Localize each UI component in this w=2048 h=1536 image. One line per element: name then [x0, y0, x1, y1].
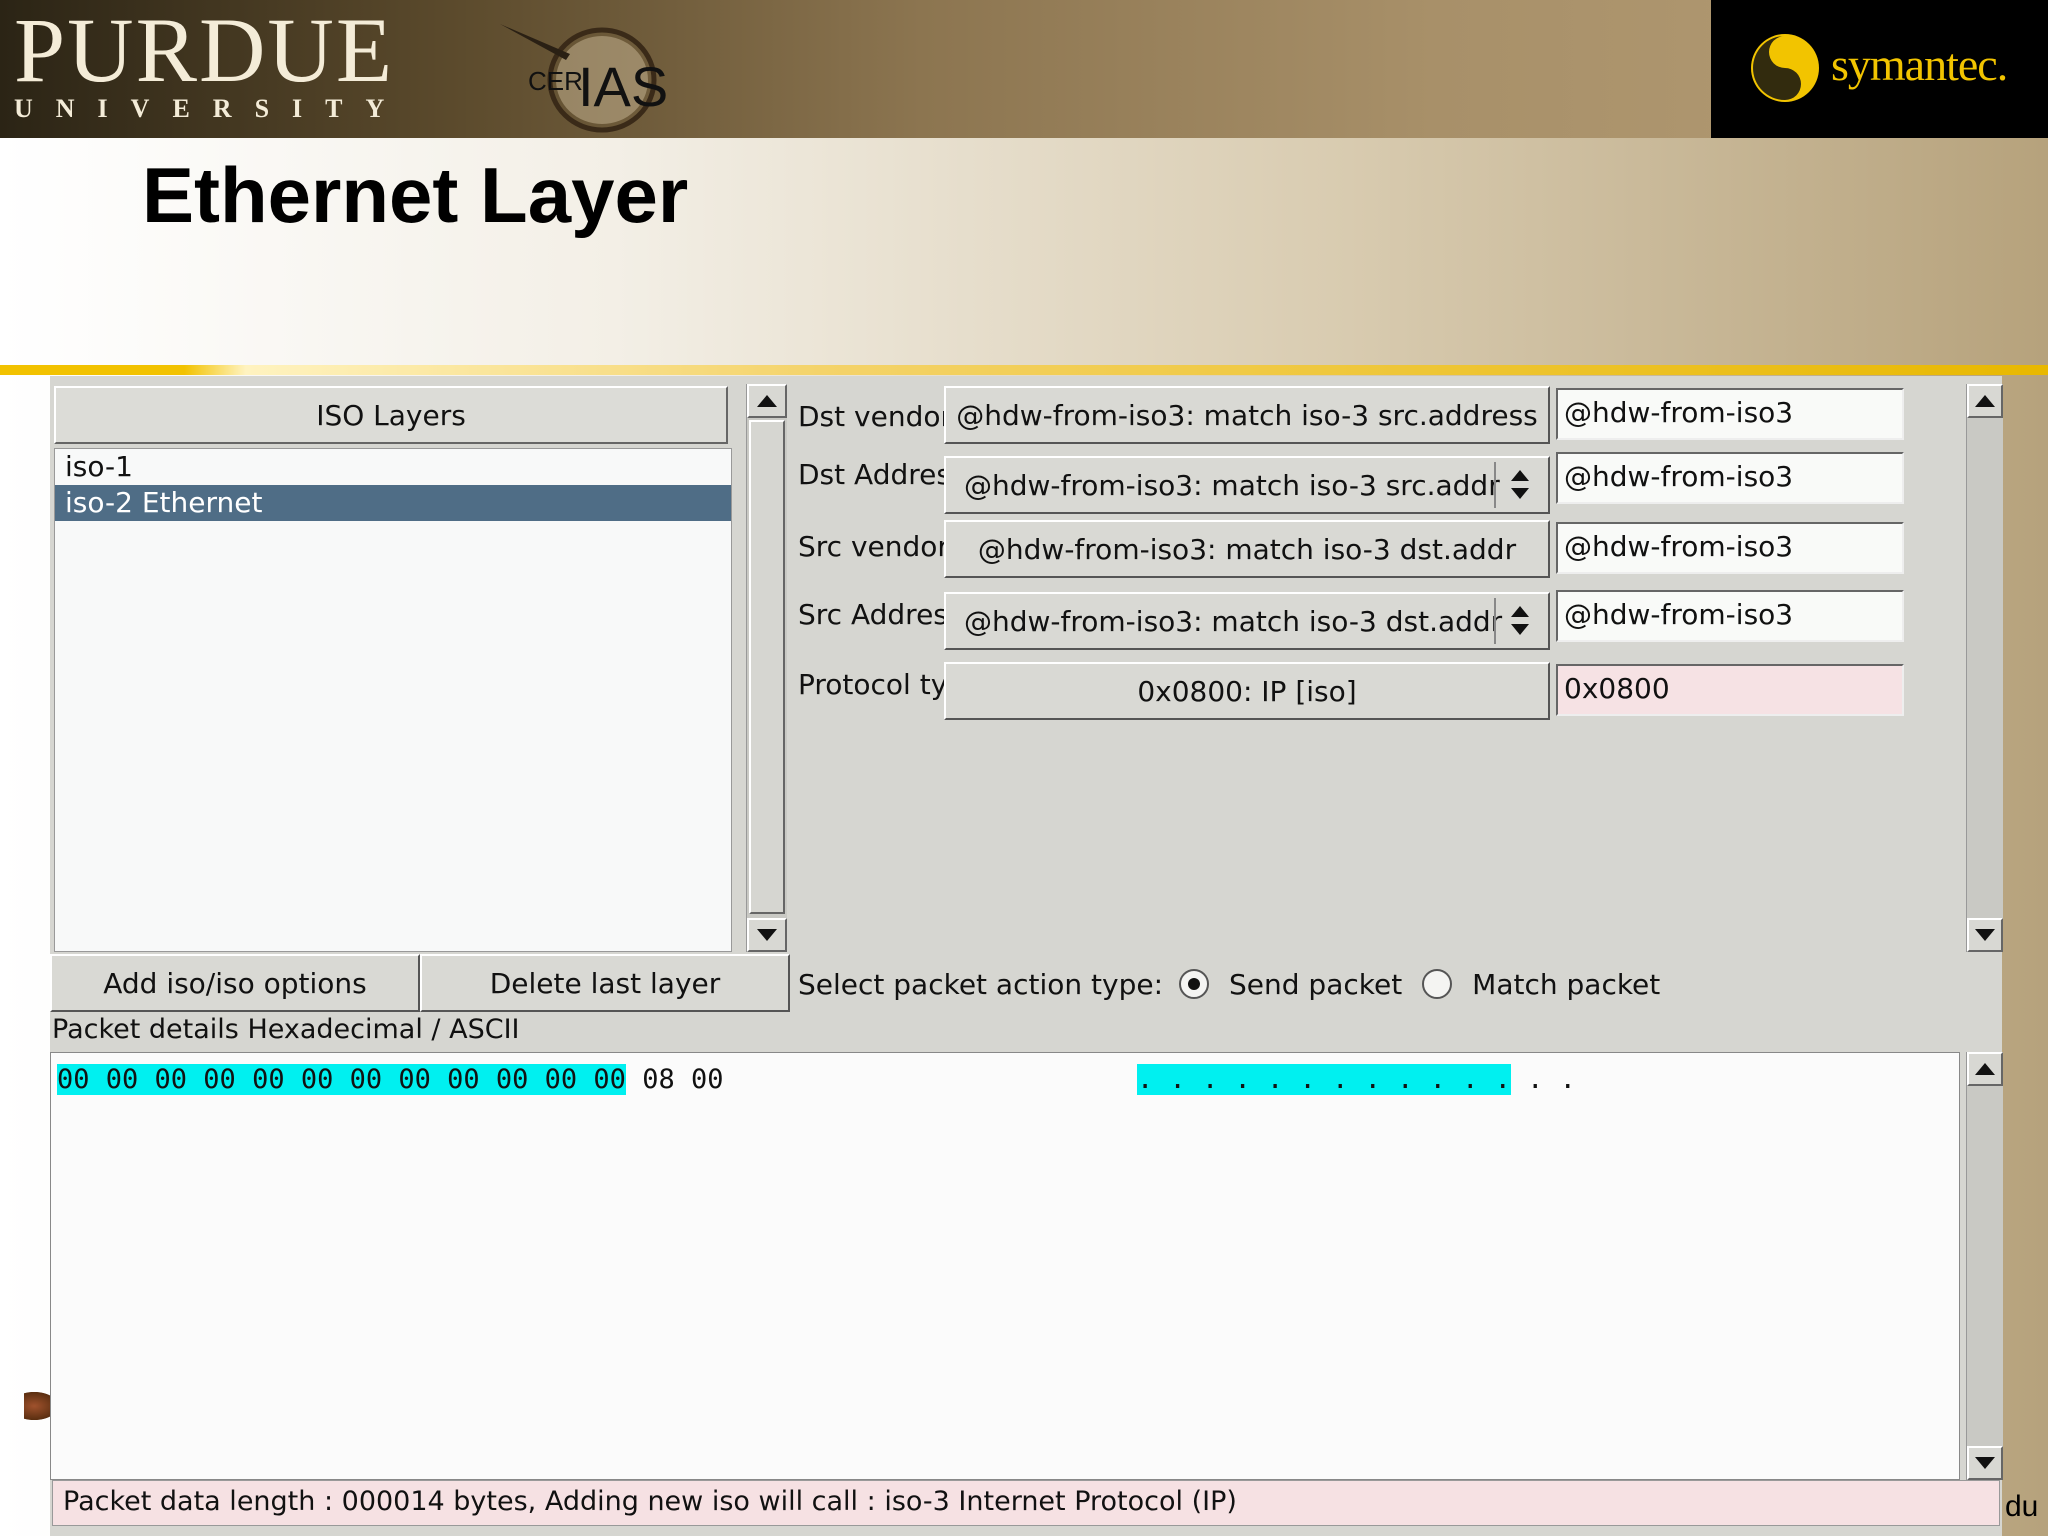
hex-highlighted-bytes: 00 00 00 00 00 00 00 00 00 00 00 00 — [57, 1064, 626, 1095]
spin-arrows-icon[interactable] — [1494, 598, 1544, 644]
hex-scrollbar[interactable] — [1966, 1052, 2003, 1480]
list-item[interactable]: iso-1 — [55, 449, 731, 485]
scroll-up-icon[interactable] — [1967, 384, 2003, 418]
svg-text:IAS: IAS — [578, 55, 668, 118]
scroll-thumb[interactable] — [749, 420, 785, 914]
field-row-dst-address: Dst Address @hdw-from-iso3: match iso-3 … — [794, 450, 2014, 514]
src-vendor-field[interactable]: @hdw-from-iso3 — [1556, 522, 1904, 574]
field-row-protocol-type: Protocol type 0x0800: IP [iso] 0x0800 — [794, 662, 2014, 724]
slide-header-bar: PURDUE UNIVERSITY CER IAS symantec. — [0, 0, 2048, 138]
iso-layers-header[interactable]: ISO Layers — [54, 386, 728, 444]
ascii-other: . . — [1510, 1064, 1576, 1095]
spinner-label: @hdw-from-iso3: match iso-3 src.addr — [964, 468, 1500, 502]
hex-ascii-view[interactable]: 00 00 00 00 00 00 00 00 00 00 00 00 08 0… — [50, 1052, 1960, 1480]
ascii-bytes: . . . . . . . . . . . . . . — [1137, 1061, 1576, 1099]
add-iso-options-button[interactable]: Add iso/iso options — [50, 954, 420, 1012]
dst-address-spinner[interactable]: @hdw-from-iso3: match iso-3 src.addr — [944, 456, 1550, 514]
layers-scrollbar[interactable] — [746, 384, 787, 952]
symantec-logo: symantec. — [1711, 0, 2048, 138]
protocol-type-field[interactable]: 0x0800 — [1556, 664, 1904, 716]
hex-bytes: 00 00 00 00 00 00 00 00 00 00 00 00 08 0… — [57, 1061, 724, 1099]
purdue-logo: PURDUE UNIVERSITY — [14, 0, 408, 123]
match-packet-radio[interactable] — [1422, 969, 1453, 999]
field-label: Dst vendor — [798, 400, 952, 433]
ascii-highlighted: . . . . . . . . . . . . — [1137, 1064, 1511, 1095]
src-address-spinner[interactable]: @hdw-from-iso3: match iso-3 dst.addr — [944, 592, 1550, 650]
dst-vendor-button[interactable]: @hdw-from-iso3: match iso-3 src.address — [944, 386, 1550, 444]
field-row-dst-vendor: Dst vendor @hdw-from-iso3: match iso-3 s… — [794, 386, 2014, 448]
iso-layers-panel: ISO Layers iso-1 iso-2 Ethernet — [52, 382, 732, 952]
symantec-mark-icon — [1751, 34, 1819, 102]
hex-section-label: Packet details Hexadecimal / ASCII — [52, 1014, 520, 1045]
footer-edge-text: du — [2005, 1490, 2039, 1523]
iso-layers-list[interactable]: iso-1 iso-2 Ethernet — [54, 448, 732, 952]
field-label: Dst Address — [798, 458, 966, 491]
scroll-up-icon[interactable] — [747, 384, 787, 418]
send-packet-label[interactable]: Send packet — [1229, 968, 1402, 1001]
svg-text:CER: CER — [528, 66, 583, 96]
spinner-label: @hdw-from-iso3: match iso-3 dst.addr — [964, 604, 1503, 638]
send-packet-radio[interactable] — [1179, 969, 1209, 999]
protocol-type-button[interactable]: 0x0800: IP [iso] — [944, 662, 1550, 720]
src-address-field[interactable]: @hdw-from-iso3 — [1556, 590, 1904, 642]
match-packet-label[interactable]: Match packet — [1472, 968, 1660, 1001]
list-item[interactable]: iso-2 Ethernet — [55, 485, 731, 521]
dst-address-field[interactable]: @hdw-from-iso3 — [1556, 452, 1904, 504]
packet-action-selector: Select packet action type: Send packet M… — [798, 962, 1660, 1006]
cerias-logo: CER IAS — [500, 24, 668, 133]
dst-vendor-field[interactable]: @hdw-from-iso3 — [1556, 388, 1904, 440]
gold-divider — [0, 365, 2048, 375]
field-label: Src vendor — [798, 530, 949, 563]
status-bar: Packet data length : 000014 bytes, Addin… — [52, 1480, 2000, 1526]
field-row-src-vendor: Src vendor @hdw-from-iso3: match iso-3 d… — [794, 520, 2014, 582]
packet-builder-window: ISO Layers iso-1 iso-2 Ethernet Dst vend… — [50, 376, 2003, 1536]
scroll-down-icon[interactable] — [1967, 1446, 2003, 1480]
scroll-down-icon[interactable] — [747, 918, 787, 952]
src-vendor-button[interactable]: @hdw-from-iso3: match iso-3 dst.addr — [944, 520, 1550, 578]
field-row-src-address: Src Address @hdw-from-iso3: match iso-3 … — [794, 584, 2014, 650]
action-label: Select packet action type: — [798, 967, 1163, 1001]
scroll-up-icon[interactable] — [1967, 1052, 2003, 1086]
field-label: Src Address — [798, 598, 963, 631]
spin-arrows-icon[interactable] — [1494, 462, 1544, 508]
slide-title: Ethernet Layer — [142, 151, 689, 239]
fields-scrollbar[interactable] — [1966, 384, 2003, 952]
scroll-down-icon[interactable] — [1967, 918, 2003, 952]
hex-other-bytes: 08 00 — [642, 1064, 724, 1095]
delete-last-layer-button[interactable]: Delete last layer — [420, 954, 790, 1012]
